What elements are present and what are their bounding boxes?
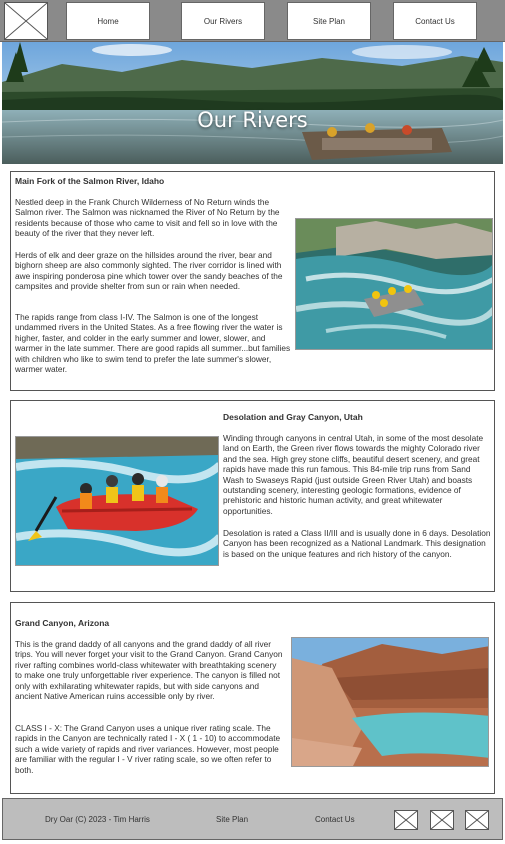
- river-section-salmon: Main Fork of the Salmon River, Idaho Nes…: [10, 171, 495, 391]
- nav-home-link[interactable]: Home: [66, 2, 150, 40]
- section-paragraph: Winding through canyons in central Utah,…: [223, 433, 484, 516]
- nav-contact-us-link[interactable]: Contact Us: [393, 2, 477, 40]
- river-section-grand-canyon: Grand Canyon, Arizona This is the grand …: [10, 602, 495, 794]
- nav-site-plan-link[interactable]: Site Plan: [287, 2, 371, 40]
- social-placeholder-icon[interactable]: [430, 810, 454, 830]
- river-section-desolation: Desolation and Gray Canyon, Utah Winding…: [10, 400, 495, 592]
- logo-placeholder-icon[interactable]: [4, 2, 48, 40]
- salmon-river-rafting-photo: [295, 218, 493, 350]
- section-title: Main Fork of the Salmon River, Idaho: [15, 176, 165, 186]
- footer-site-plan-link[interactable]: Site Plan: [216, 815, 248, 824]
- section-paragraph: Nestled deep in the Frank Church Wildern…: [15, 197, 280, 239]
- grand-canyon-river-photo: [291, 637, 489, 767]
- section-paragraph: This is the grand daddy of all canyons a…: [15, 639, 283, 702]
- social-placeholder-icon[interactable]: [465, 810, 489, 830]
- section-paragraph: Desolation is rated a Class II/III and i…: [223, 528, 491, 559]
- hero-banner: Our Rivers: [2, 42, 503, 164]
- section-paragraph: The rapids range from class I-IV. The Sa…: [15, 312, 291, 375]
- section-paragraph: CLASS I - X: The Grand Canyon uses a uni…: [15, 723, 281, 775]
- nav-our-rivers-link[interactable]: Our Rivers: [181, 2, 265, 40]
- hero-title: Our Rivers: [197, 108, 308, 132]
- footer-contact-link[interactable]: Contact Us: [315, 815, 355, 824]
- section-title: Grand Canyon, Arizona: [15, 618, 110, 628]
- top-nav: Home Our Rivers Site Plan Contact Us: [0, 0, 505, 42]
- hero-river-scene: [2, 42, 503, 164]
- section-title: Desolation and Gray Canyon, Utah: [223, 412, 363, 422]
- footer-copyright: Dry Oar (C) 2023 - Tim Harris: [45, 815, 150, 824]
- desolation-canyon-rafting-photo: [15, 436, 219, 566]
- section-paragraph: Herds of elk and deer graze on the hills…: [15, 250, 283, 292]
- footer: Dry Oar (C) 2023 - Tim Harris Site Plan …: [2, 798, 503, 840]
- social-placeholder-icon[interactable]: [394, 810, 418, 830]
